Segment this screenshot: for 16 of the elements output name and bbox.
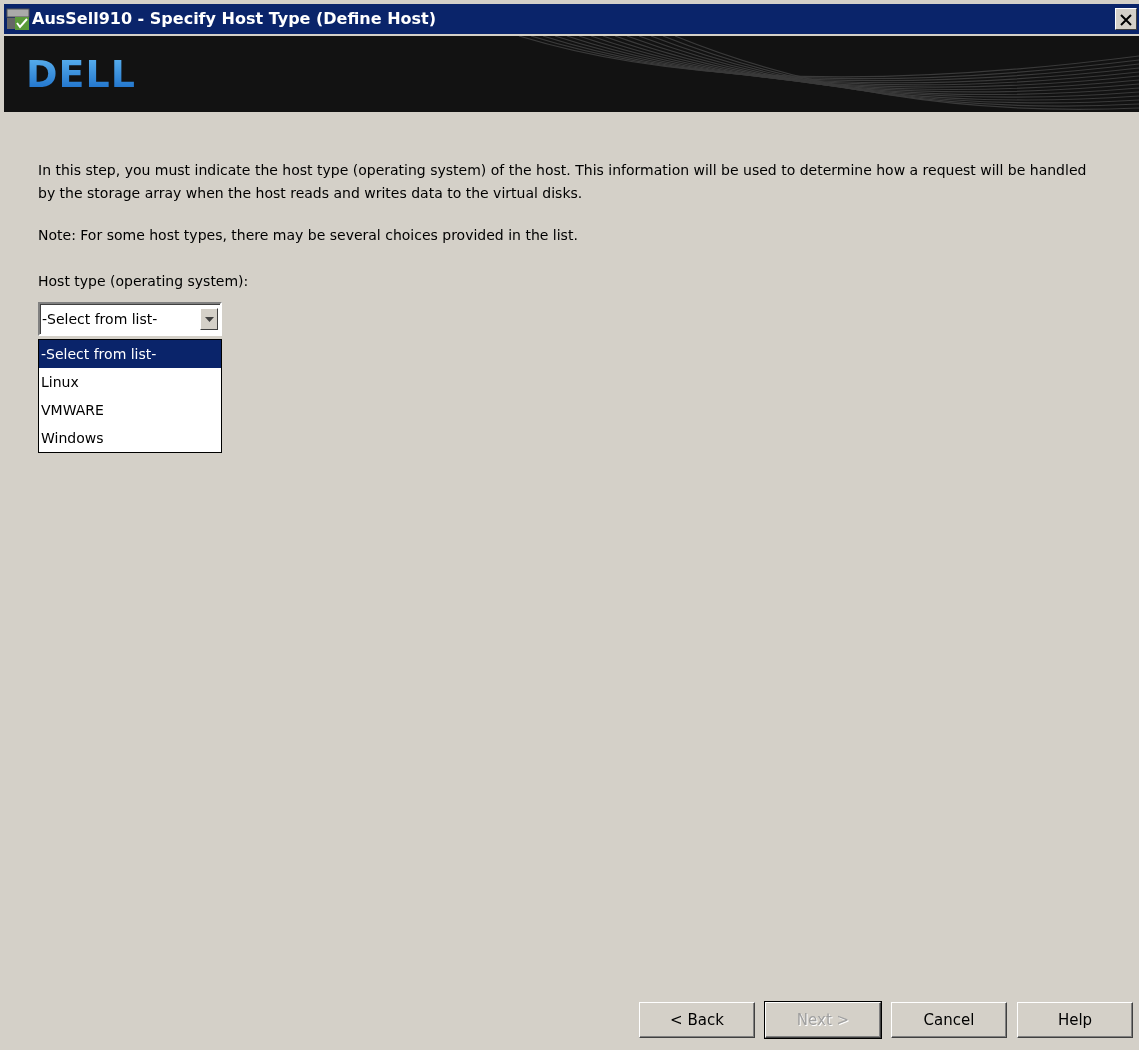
- list-option[interactable]: Windows: [39, 424, 221, 452]
- caret-icon: [204, 316, 214, 322]
- description-text: In this step, you must indicate the host type (operating system) of the host. This information will be used to determine how a request will be handled by the storage array when the host reads and writes data to the virtual disks.: [38, 161, 1088, 203]
- close-icon: [1120, 13, 1132, 26]
- note-text: Note: For some host types, there may be several choices provided in the list.: [38, 226, 579, 245]
- list-option[interactable]: VMWARE: [39, 396, 221, 424]
- dialog-button[interactable]: Cancel: [891, 1002, 1007, 1038]
- list-option[interactable]: -Select from list-: [39, 340, 221, 368]
- window-title: AusSell910 - Specify Host Type (Define Host): [32, 8, 437, 30]
- dialog-button[interactable]: < Back: [639, 1002, 755, 1038]
- close-button[interactable]: [1115, 8, 1137, 30]
- list-option[interactable]: Linux: [39, 368, 221, 396]
- dialog-button[interactable]: Help: [1017, 1002, 1133, 1038]
- field-label: Host type (operating system):: [38, 272, 250, 291]
- app-icon: [6, 7, 30, 31]
- host-type-dropdown[interactable]: -Select from list-: [38, 302, 222, 336]
